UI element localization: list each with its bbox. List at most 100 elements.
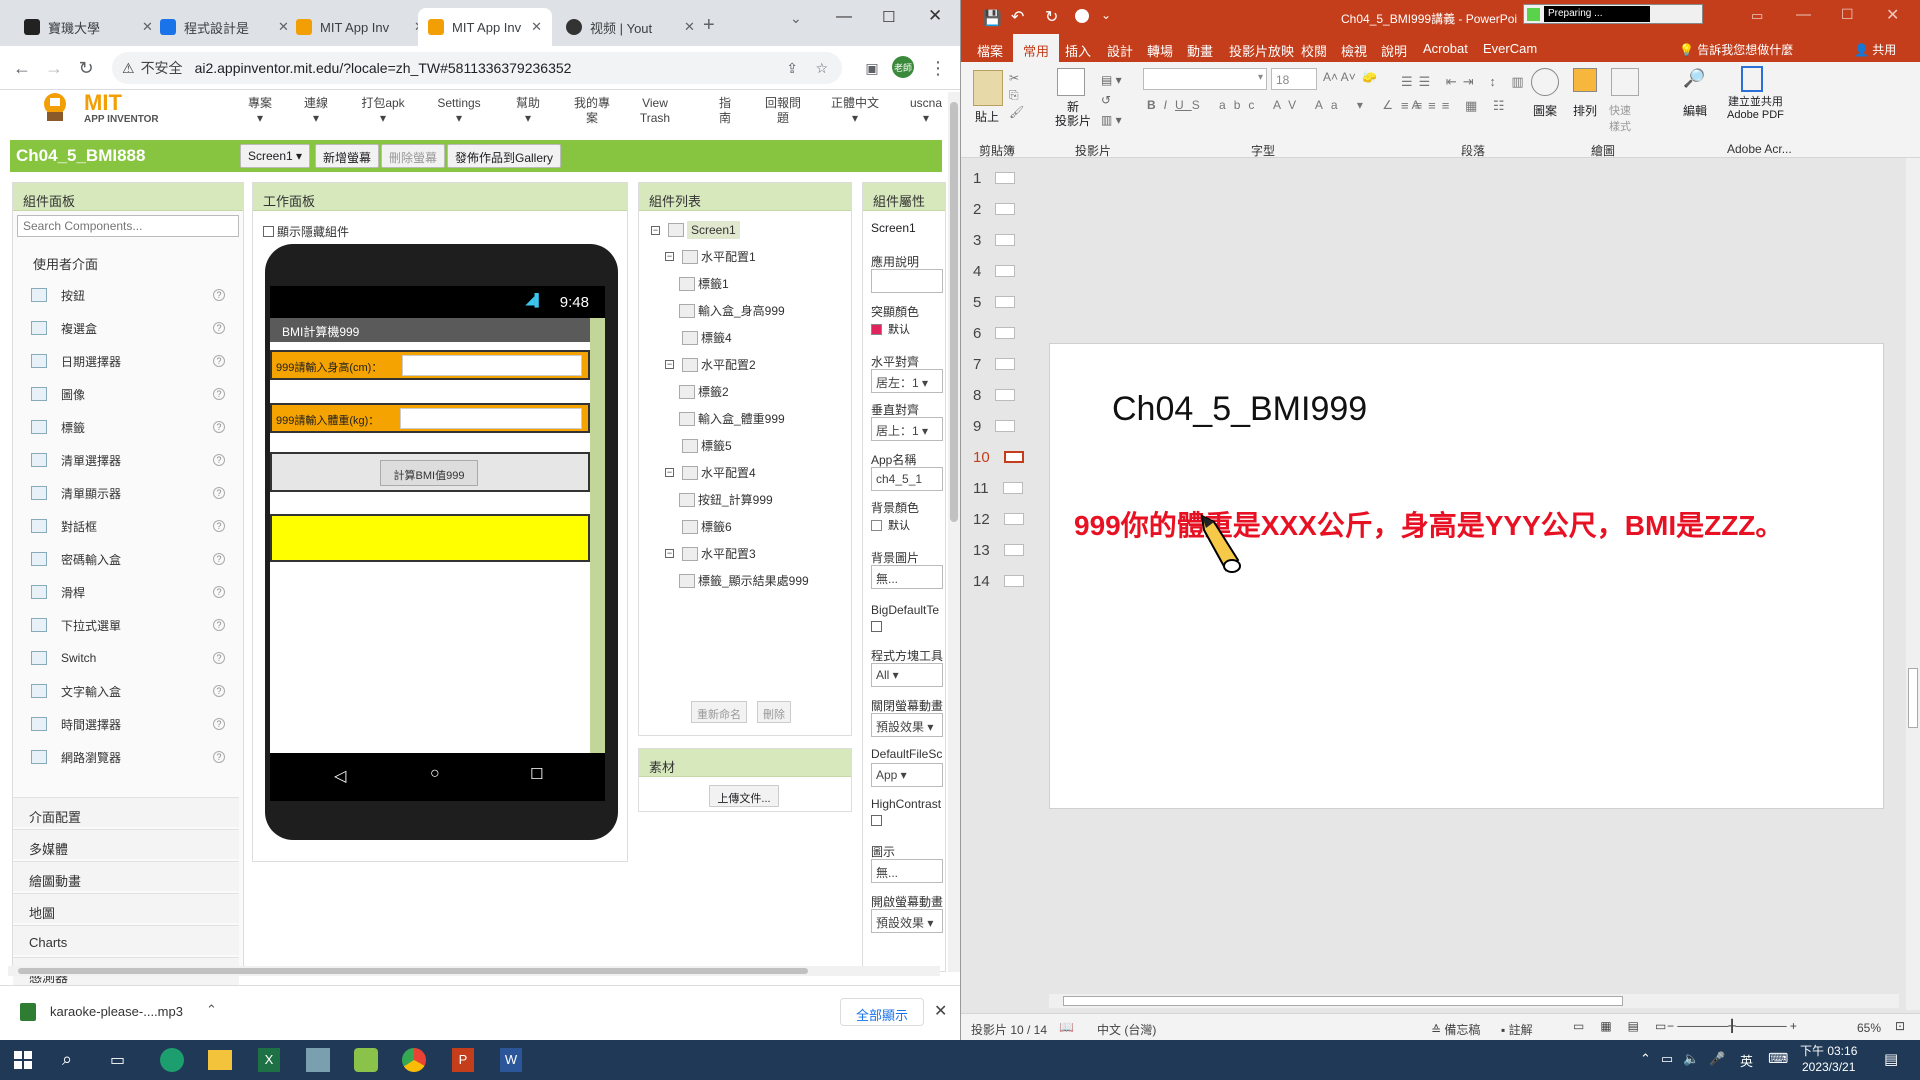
edge-icon[interactable] bbox=[160, 1048, 184, 1072]
ribbon-tab[interactable]: 說明 bbox=[1381, 41, 1407, 60]
palette-category[interactable]: Charts bbox=[13, 925, 239, 955]
palette-category[interactable]: 介面配置 bbox=[13, 797, 239, 827]
property-checkbox[interactable] bbox=[871, 815, 882, 826]
page-scrollbar[interactable] bbox=[948, 92, 960, 972]
ribbon-tab[interactable]: 投影片放映 bbox=[1229, 41, 1294, 60]
window-close-button[interactable]: ✕ bbox=[928, 6, 942, 26]
share-button[interactable]: 👤 共用 bbox=[1854, 41, 1896, 58]
tree-node[interactable]: 標籤1 bbox=[679, 275, 729, 292]
android-icon[interactable] bbox=[354, 1048, 378, 1072]
palette-category[interactable]: 繪圖動畫 bbox=[13, 861, 239, 891]
palette-item[interactable]: 滑桿? bbox=[13, 576, 239, 608]
help-icon[interactable]: ? bbox=[213, 322, 225, 334]
palette-item[interactable]: 複選盒? bbox=[13, 312, 239, 344]
spellcheck-icon[interactable]: 📖 bbox=[1059, 1020, 1074, 1034]
screen-select[interactable]: Screen1 ▾ bbox=[240, 144, 311, 168]
forward-icon[interactable]: → bbox=[42, 56, 66, 80]
delete-button[interactable]: 刪除 bbox=[757, 701, 791, 723]
property-color[interactable]: 默认 bbox=[871, 517, 910, 533]
slide-thumbnail[interactable]: 6 bbox=[973, 321, 1033, 345]
tree-node[interactable]: − Screen1 bbox=[651, 221, 740, 239]
menu-my-projects[interactable]: 我的專案 bbox=[574, 96, 610, 126]
bookmark-star-icon[interactable]: ☆ bbox=[815, 60, 828, 77]
remove-screen-button[interactable]: 刪除螢幕 bbox=[381, 144, 446, 168]
slide-thumbnail[interactable]: 12 bbox=[973, 507, 1033, 531]
palette-item[interactable]: 按鈕? bbox=[13, 279, 239, 311]
find-icon[interactable]: 🔎 bbox=[1683, 68, 1705, 89]
tree-node[interactable]: − 水平配置2 bbox=[665, 356, 756, 373]
ribbon-tab[interactable]: 動畫 bbox=[1187, 41, 1213, 60]
powerpoint-icon[interactable]: P bbox=[452, 1048, 474, 1072]
task-view-icon[interactable]: ▭ bbox=[110, 1050, 125, 1070]
record-icon[interactable] bbox=[1075, 9, 1089, 23]
language-indicator[interactable]: 中文 (台灣) bbox=[1097, 1021, 1156, 1038]
property-value[interactable]: All ▾ bbox=[871, 663, 943, 687]
slide-thumbnail[interactable]: 7 bbox=[973, 352, 1033, 376]
fit-slide-icon[interactable]: ⊡ bbox=[1895, 1019, 1905, 1033]
slide-scrollbar[interactable] bbox=[1906, 158, 1920, 1010]
new-slide-icon[interactable] bbox=[1057, 68, 1085, 96]
ime-indicator[interactable]: 英 bbox=[1740, 1051, 1753, 1070]
help-icon[interactable]: ? bbox=[213, 652, 225, 664]
help-icon[interactable]: ? bbox=[213, 619, 225, 631]
property-value[interactable]: 預設效果 ▾ bbox=[871, 909, 943, 933]
help-icon[interactable]: ? bbox=[213, 718, 225, 730]
tree-node[interactable]: 標籤2 bbox=[679, 383, 729, 400]
nav-home-icon[interactable]: ○ bbox=[430, 765, 440, 783]
menu-report[interactable]: 回報問題 bbox=[764, 96, 802, 126]
kebab-menu-icon[interactable]: ⋮ bbox=[926, 56, 950, 80]
menu-view-trash[interactable]: View Trash bbox=[638, 96, 672, 126]
weight-input[interactable] bbox=[400, 408, 582, 429]
slide-thumbnail[interactable]: 5 bbox=[973, 290, 1033, 314]
app-icon[interactable] bbox=[306, 1048, 330, 1072]
paragraph-icons[interactable]: ☰☰ ⇤⇥ ↕ ▥ ≡≡≡≡ ▦ ☷ bbox=[1401, 70, 1530, 118]
ribbon-tab[interactable]: 常用 bbox=[1013, 34, 1060, 62]
share-icon[interactable]: ⇪ bbox=[786, 60, 798, 77]
help-icon[interactable]: ? bbox=[213, 520, 225, 532]
ribbon-tab[interactable]: 校閱 bbox=[1301, 41, 1327, 60]
back-icon[interactable]: ← bbox=[10, 56, 34, 80]
collapse-toggle-icon[interactable]: − bbox=[665, 360, 674, 369]
zoom-slider[interactable]: − ──────╂────── + bbox=[1667, 1019, 1797, 1033]
tree-node[interactable]: 輸入盒_體重999 bbox=[679, 410, 785, 427]
maximize-button[interactable]: ☐ bbox=[882, 8, 895, 26]
palette-item[interactable]: 日期選擇器? bbox=[13, 345, 239, 377]
ribbon-tab[interactable]: 插入 bbox=[1065, 41, 1091, 60]
excel-icon[interactable]: X bbox=[258, 1048, 280, 1072]
ribbon-tab[interactable]: Acrobat bbox=[1423, 41, 1468, 56]
show-hidden-checkbox[interactable]: 顯示隱藏組件 bbox=[263, 223, 349, 240]
palette-item[interactable]: 清單顯示器? bbox=[13, 477, 239, 509]
add-screen-button[interactable]: 新增螢幕 bbox=[315, 144, 380, 168]
ppt-close-button[interactable]: ✕ bbox=[1886, 5, 1899, 25]
slide-body-text[interactable]: 999你的體重是XXX公斤，身高是YYY公尺，BMI是ZZZ。 bbox=[1074, 504, 1783, 544]
slide-thumbnail[interactable]: 2 bbox=[973, 197, 1033, 221]
redo-icon[interactable]: ↻ bbox=[1045, 7, 1058, 27]
browser-tab[interactable]: 程式設計是 ✕ bbox=[150, 8, 299, 46]
property-value[interactable]: 居左：1 ▾ bbox=[871, 369, 943, 393]
show-all-downloads-button[interactable]: 全部顯示 bbox=[840, 998, 924, 1026]
download-item[interactable]: karaoke-please-....mp3 bbox=[50, 1004, 183, 1019]
height-input[interactable] bbox=[402, 355, 582, 376]
close-icon[interactable]: ✕ bbox=[684, 19, 695, 35]
tree-node[interactable]: 標籤6 bbox=[665, 518, 732, 535]
menu-guide[interactable]: 指南 bbox=[718, 96, 732, 126]
arrange-button[interactable]: 排列 bbox=[1573, 102, 1597, 119]
tree-node[interactable]: − 水平配置1 bbox=[665, 248, 756, 265]
slide-thumbnail[interactable]: 10 bbox=[973, 445, 1033, 469]
quick-styles-icon[interactable] bbox=[1611, 68, 1639, 96]
font-size-select[interactable]: 18 bbox=[1271, 68, 1317, 90]
palette-category-ui[interactable]: 使用者介面 bbox=[33, 254, 98, 273]
tree-node[interactable]: 輸入盒_身高999 bbox=[679, 302, 785, 319]
property-color[interactable]: 默认 bbox=[871, 321, 910, 337]
sidepanel-icon[interactable]: ▣ bbox=[860, 56, 884, 80]
help-icon[interactable]: ? bbox=[213, 586, 225, 598]
tree-node[interactable]: 標籤4 bbox=[665, 329, 732, 346]
help-icon[interactable]: ? bbox=[213, 454, 225, 466]
menu-help[interactable]: 幫助 ▾ bbox=[516, 96, 540, 126]
clipboard-tools-icon[interactable]: ✂ ⎘ 🖌 bbox=[1009, 70, 1024, 121]
search-icon[interactable]: ⌕ bbox=[62, 1049, 72, 1070]
calc-bmi-button[interactable]: 計算BMI值999 bbox=[380, 460, 478, 486]
comments-button[interactable]: ▪ 註解 bbox=[1501, 1021, 1533, 1038]
collapse-toggle-icon[interactable]: − bbox=[651, 225, 660, 235]
component-search-input[interactable] bbox=[17, 215, 239, 237]
